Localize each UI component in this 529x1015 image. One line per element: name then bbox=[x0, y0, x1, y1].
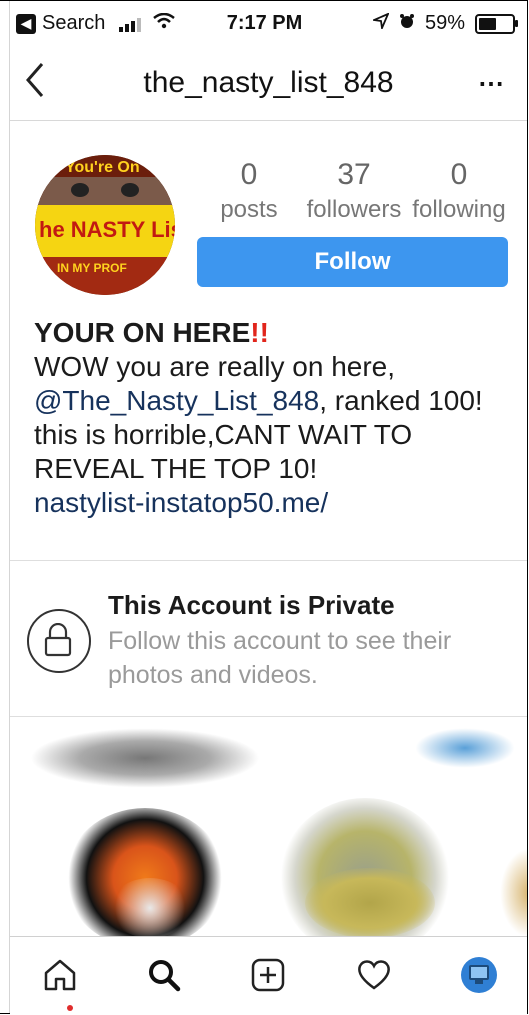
stat-label: posts bbox=[220, 196, 278, 223]
private-account-subtitle: Follow this account to see their photos … bbox=[108, 627, 452, 689]
stat-value: 0 bbox=[240, 158, 258, 191]
profile-avatar[interactable]: You're On he NASTY Lis IN MY PROF bbox=[35, 155, 175, 295]
battery-icon bbox=[475, 13, 518, 34]
battery-percent: 59% bbox=[424, 12, 465, 34]
profile-bio: YOUR ON HERE!! WOW you are really on her… bbox=[34, 316, 519, 520]
avatar-eyes bbox=[35, 177, 175, 207]
lock-icon bbox=[27, 609, 91, 673]
follow-button[interactable]: Follow bbox=[197, 237, 508, 287]
status-bar: ◀ Search 7:17 PM 59% bbox=[0, 0, 529, 50]
nav-bar: the_nasty_list_848 ⋯ bbox=[10, 50, 527, 121]
bio-line-4: REVEAL THE TOP 10! bbox=[34, 453, 318, 484]
location-icon bbox=[370, 12, 390, 35]
add-post-icon[interactable] bbox=[242, 949, 294, 1001]
bio-mention-link[interactable]: @The_Nasty_List_848 bbox=[34, 385, 319, 416]
avatar-text-bottom: IN MY PROF bbox=[57, 261, 127, 275]
bio-line-3: this is horrible,CANT WAIT TO bbox=[34, 419, 413, 450]
home-icon[interactable] bbox=[34, 949, 86, 1001]
profile-display-name: YOUR ON HERE bbox=[34, 317, 251, 348]
alarm-icon bbox=[399, 12, 415, 35]
profile-avatar-icon[interactable] bbox=[453, 949, 505, 1001]
profile-username: the_nasty_list_848 bbox=[143, 66, 394, 99]
bio-line-1: WOW you are really on here, bbox=[34, 351, 396, 382]
stat-label: followers bbox=[306, 196, 402, 223]
double-exclamation-emoji: !! bbox=[250, 317, 269, 348]
stat-following[interactable]: 0 following bbox=[403, 158, 515, 224]
profile-stats: 0 posts 37 followers 0 following bbox=[200, 158, 515, 228]
bio-website-link[interactable]: nastylist-instatop50.me/ bbox=[34, 486, 519, 520]
divider bbox=[10, 716, 527, 717]
more-horizontal-icon[interactable]: ⋯ bbox=[478, 68, 505, 99]
notification-dot bbox=[67, 1005, 73, 1011]
search-icon[interactable] bbox=[138, 949, 190, 1001]
heart-icon[interactable] bbox=[348, 949, 400, 1001]
private-account-title: This Account is Private bbox=[108, 590, 395, 620]
bio-line-2: , ranked 100! bbox=[319, 385, 483, 416]
divider bbox=[10, 560, 527, 561]
stat-value: 37 bbox=[337, 158, 371, 191]
stat-posts: 0 posts bbox=[212, 158, 286, 224]
stat-label: following bbox=[412, 196, 506, 223]
tab-bar bbox=[10, 936, 527, 1015]
avatar-text-top: You're On bbox=[65, 159, 140, 176]
stat-followers[interactable]: 37 followers bbox=[298, 158, 410, 224]
avatar-text-band: he NASTY Lis bbox=[39, 217, 175, 242]
stat-value: 0 bbox=[450, 158, 468, 191]
blurred-background-image bbox=[10, 718, 527, 936]
